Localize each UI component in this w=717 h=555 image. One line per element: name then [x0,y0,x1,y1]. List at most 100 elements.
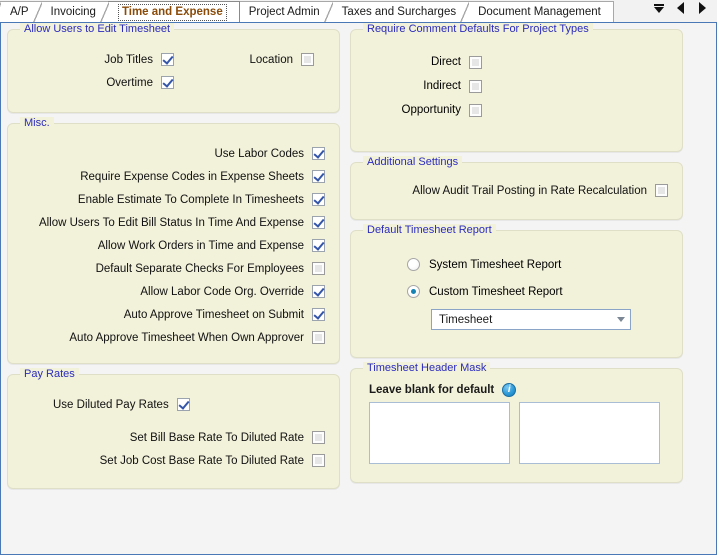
checkbox-auto-approve-own-approver[interactable] [312,331,325,344]
group-default-timesheet-report: Default Timesheet Report System Timeshee… [350,224,683,358]
row-allow-edit-bill-status: Allow Users To Edit Bill Status In Time … [22,211,325,234]
row-overtime: Overtime [22,71,325,94]
right-column: Require Comment Defaults For Project Typ… [350,23,683,499]
header-mask-hint-line: Leave blank for default i [365,383,668,402]
row-require-expense-codes: Require Expense Codes in Expense Sheets [22,165,325,188]
next-tab-icon[interactable] [696,1,709,15]
label-require-expense-codes: Require Expense Codes in Expense Sheets [80,170,304,183]
tab-invoicing[interactable]: Invoicing [32,1,109,22]
previous-tab-icon[interactable] [674,1,687,15]
group-require-comment-defaults-title: Require Comment Defaults For Project Typ… [363,23,593,35]
checkbox-set-job-cost-base-rate[interactable] [312,454,325,467]
checkbox-opportunity[interactable] [469,103,482,117]
row-system-timesheet-report[interactable]: System Timesheet Report [365,251,668,278]
label-use-labor-codes: Use Labor Codes [214,147,305,160]
tab-taxes-and-surcharges[interactable]: Taxes and Surcharges [323,1,470,22]
row-opportunity: Opportunity [365,98,668,122]
group-allow-users-to-edit-timesheet: Allow Users to Edit Timesheet Job Titles… [7,23,340,113]
checkbox-allow-work-orders[interactable] [312,239,325,252]
row-enable-estimate-to-complete: Enable Estimate To Complete In Timesheet… [22,188,325,211]
label-indirect: Indirect [423,80,461,92]
row-set-bill-base-rate: Set Bill Base Rate To Diluted Rate [22,426,325,449]
label-leave-blank-for-default: Leave blank for default [369,384,495,396]
checkbox-allow-labor-code-org-override[interactable] [312,285,325,298]
row-custom-timesheet-report[interactable]: Custom Timesheet Report [365,278,668,305]
checkbox-use-diluted-pay-rates[interactable] [176,398,190,411]
group-timesheet-header-mask: Timesheet Header Mask Leave blank for de… [350,362,683,483]
label-direct: Direct [430,56,461,68]
tab-time-and-expense[interactable]: Time and Expense [99,1,240,22]
label-job-titles: Job Titles [104,53,153,66]
row-auto-approve-own-approver: Auto Approve Timesheet When Own Approver [22,326,325,349]
checkbox-default-separate-checks[interactable] [312,262,325,275]
label-auto-approve-own-approver: Auto Approve Timesheet When Own Approver [69,331,304,344]
checkbox-direct[interactable] [469,55,482,69]
group-pay-rates-title: Pay Rates [20,368,79,380]
group-additional-settings-title: Additional Settings [363,156,463,168]
tab-time-and-expense-label: Time and Expense [117,4,227,21]
tab-document-management[interactable]: Document Management [460,1,614,22]
row-allow-labor-code-org-override: Allow Labor Code Org. Override [22,280,325,303]
row-allow-work-orders: Allow Work Orders in Time and Expense [22,234,325,257]
label-default-separate-checks: Default Separate Checks For Employees [95,262,304,275]
label-enable-estimate-to-complete: Enable Estimate To Complete In Timesheet… [77,193,304,206]
row-auto-approve-on-submit: Auto Approve Timesheet on Submit [22,303,325,326]
checkbox-use-labor-codes[interactable] [312,147,325,160]
checkbox-job-titles[interactable] [161,53,174,66]
tab-project-admin[interactable]: Project Admin [230,1,333,22]
checkbox-allow-edit-bill-status[interactable] [312,216,325,229]
checkbox-require-expense-codes[interactable] [312,170,325,183]
tab-project-admin-label: Project Admin [248,6,320,18]
group-default-timesheet-report-title: Default Timesheet Report [363,224,496,236]
tab-navigation [642,0,717,22]
checkbox-overtime[interactable] [161,76,174,89]
custom-timesheet-report-dropdown[interactable]: Timesheet [431,309,631,330]
group-pay-rates: Pay Rates Use Diluted Pay Rates Set Bill… [7,368,340,489]
tab-list: A/P Invoicing Time and Expense Project A… [0,0,642,22]
checkbox-allow-audit-trail-posting[interactable] [655,184,668,197]
group-additional-settings: Additional Settings Allow Audit Trail Po… [350,156,683,220]
tab-ap-label: A/P [10,6,29,18]
checkbox-set-bill-base-rate[interactable] [312,431,325,444]
chevron-down-icon [617,317,625,322]
header-mask-input-1[interactable] [369,402,510,464]
checkbox-indirect[interactable] [469,79,482,93]
settings-page: Allow Users to Edit Timesheet Job Titles… [0,23,717,555]
tab-document-management-label: Document Management [478,6,601,18]
row-direct: Direct [365,50,668,74]
custom-timesheet-report-value: Timesheet [439,313,493,326]
row-allow-audit-trail-posting: Allow Audit Trail Posting in Rate Recalc… [365,179,668,202]
group-misc-title: Misc. [20,117,54,129]
label-overtime: Overtime [106,76,153,89]
left-column: Allow Users to Edit Timesheet Job Titles… [7,23,340,499]
label-allow-labor-code-org-override: Allow Labor Code Org. Override [140,285,304,298]
label-allow-audit-trail-posting: Allow Audit Trail Posting in Rate Recalc… [412,184,647,197]
group-timesheet-header-mask-title: Timesheet Header Mask [363,362,491,374]
group-require-comment-defaults: Require Comment Defaults For Project Typ… [350,23,683,152]
tab-list-dropdown-icon[interactable] [652,1,665,15]
row-default-separate-checks: Default Separate Checks For Employees [22,257,325,280]
checkbox-enable-estimate-to-complete[interactable] [312,193,325,206]
checkbox-location[interactable] [301,53,314,66]
label-allow-edit-bill-status: Allow Users To Edit Bill Status In Time … [38,216,304,229]
label-set-job-cost-base-rate: Set Job Cost Base Rate To Diluted Rate [99,454,304,467]
label-set-bill-base-rate: Set Bill Base Rate To Diluted Rate [129,431,304,444]
label-custom-timesheet-report: Custom Timesheet Report [429,285,563,298]
header-mask-inputs [365,402,668,464]
row-use-diluted-pay-rates: Use Diluted Pay Rates [22,393,325,416]
radio-system-timesheet-report[interactable] [407,258,420,271]
row-job-titles-location: Job Titles Location [22,48,325,71]
tab-taxes-and-surcharges-label: Taxes and Surcharges [341,6,457,18]
label-system-timesheet-report: System Timesheet Report [429,258,562,271]
header-mask-input-2[interactable] [519,402,660,464]
label-opportunity: Opportunity [401,104,461,116]
row-use-labor-codes: Use Labor Codes [22,142,325,165]
group-allow-edit-title: Allow Users to Edit Timesheet [20,23,175,35]
row-set-job-cost-base-rate: Set Job Cost Base Rate To Diluted Rate [22,449,325,472]
tab-invoicing-label: Invoicing [50,6,96,18]
checkbox-auto-approve-on-submit[interactable] [312,308,325,321]
info-icon[interactable]: i [502,383,517,397]
label-allow-work-orders: Allow Work Orders in Time and Expense [97,239,304,252]
label-auto-approve-on-submit: Auto Approve Timesheet on Submit [123,308,304,321]
radio-custom-timesheet-report[interactable] [407,285,420,298]
